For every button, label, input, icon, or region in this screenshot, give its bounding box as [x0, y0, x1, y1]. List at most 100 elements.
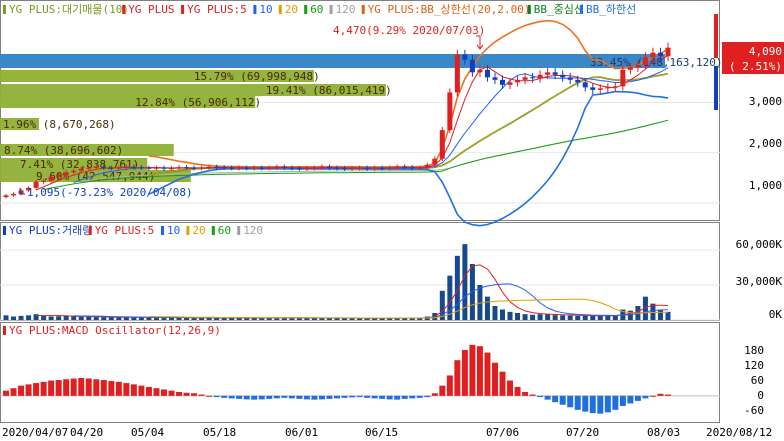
candle — [214, 166, 220, 168]
high-annotation: 4,470(9.29% 2020/07/03) — [333, 24, 485, 37]
candle — [326, 166, 332, 168]
candle — [620, 69, 626, 87]
candle — [131, 166, 137, 168]
legend-swatch — [181, 5, 185, 14]
candle — [605, 87, 611, 89]
legend-label: 120 — [336, 3, 356, 16]
candle — [123, 166, 129, 168]
volume-bar — [48, 316, 54, 320]
macd-bar — [296, 395, 303, 399]
macd-bar — [10, 388, 17, 396]
candle — [199, 167, 205, 169]
macd-bar — [619, 395, 626, 406]
candle — [417, 167, 423, 169]
legend-swatch — [161, 226, 164, 235]
volume-bar — [545, 314, 551, 320]
volume-bar — [597, 316, 603, 320]
volume-bar — [56, 316, 62, 320]
macd-bar — [153, 388, 160, 396]
volume-bar — [612, 315, 618, 320]
legend-swatch — [88, 226, 92, 235]
price-legend[interactable]: YG PLUS:대기매물(10) YG PLUS YG PLUS:5 10 20 60 12… — [3, 2, 636, 16]
candle — [176, 167, 182, 169]
macd-bar — [341, 395, 348, 398]
legend-swatch — [329, 5, 333, 14]
candle — [635, 64, 641, 68]
candle — [567, 77, 573, 80]
candle — [41, 180, 47, 182]
macd-bar — [213, 395, 220, 398]
candle — [146, 167, 152, 169]
macd-bar — [439, 385, 446, 396]
candle — [71, 170, 77, 173]
volume-bar — [63, 315, 69, 320]
macd-legend[interactable]: YG PLUS:MACD Oscillator(12,26,9) — [3, 324, 221, 337]
volume-bar — [108, 317, 114, 320]
macd-bar — [334, 395, 340, 399]
price-scale-handle-down[interactable] — [714, 66, 718, 110]
legend-label: 10 — [259, 3, 272, 16]
volume-legend[interactable]: YG PLUS:거래량 YG PLUS:5 10 20 60 120 — [3, 224, 263, 237]
legend-label: YG PLUS:5 — [95, 224, 155, 237]
candle — [364, 167, 370, 169]
candle — [161, 167, 167, 169]
candle — [394, 166, 400, 168]
volume-bar — [296, 318, 302, 320]
macd-y-tick: 180 — [744, 344, 764, 357]
candle — [500, 79, 505, 85]
macd-bar — [115, 381, 122, 396]
macd-bar — [469, 344, 476, 396]
candle — [78, 168, 84, 171]
macd-bar — [522, 392, 529, 396]
macd-bar — [100, 380, 107, 396]
candle — [281, 166, 287, 168]
volume-bar — [500, 309, 505, 320]
stock-chart[interactable]: 33.45% (148,163,120)15.79% (69,998,948)1… — [0, 0, 784, 441]
volume-y-tick: 30,000K — [736, 275, 783, 288]
candle — [221, 167, 227, 169]
candle — [462, 54, 468, 60]
macd-bar — [401, 395, 408, 399]
macd-bar — [266, 395, 273, 399]
macd-bar — [160, 389, 167, 396]
candle — [612, 86, 618, 88]
macd-bar — [386, 395, 393, 400]
legend-swatch — [186, 226, 190, 235]
volume-bar — [522, 314, 528, 320]
candle — [244, 167, 250, 169]
volume-profile-label: 12.84% (56,906,112) — [135, 96, 261, 109]
volume-bar — [146, 317, 152, 320]
candle — [251, 167, 257, 169]
macd-bar — [634, 395, 641, 401]
volume-bar — [26, 315, 32, 320]
legend-swatch — [304, 5, 308, 14]
candle — [101, 166, 107, 168]
x-tick-label: 05/18 — [203, 426, 236, 439]
legend-label: 10 — [167, 224, 180, 237]
price-scale-handle-up[interactable] — [714, 14, 718, 58]
volume-profile-label: 15.79% (69,998,948) — [194, 70, 320, 83]
candle — [206, 166, 212, 168]
legend-label: YG PLUS:대기매물(10) — [9, 3, 129, 16]
macd-bar — [311, 395, 318, 400]
macd-y-tick: 0 — [757, 389, 764, 402]
macd-panel-frame — [0, 322, 720, 423]
candle — [372, 167, 378, 169]
legend-swatch — [278, 5, 282, 14]
macd-y-tick: 120 — [744, 359, 764, 372]
candle — [582, 82, 588, 88]
volume-bar — [86, 316, 92, 320]
volume-bar — [515, 313, 521, 320]
volume-bar — [18, 315, 24, 320]
volume-panel-frame — [0, 222, 720, 321]
candle — [432, 158, 438, 165]
macd-bar — [258, 395, 265, 400]
macd-bar — [206, 395, 213, 397]
macd-bar — [552, 395, 559, 403]
macd-bar — [48, 380, 55, 396]
candle — [116, 167, 122, 169]
candle — [18, 190, 24, 194]
volume-bar — [191, 317, 197, 320]
macd-bar — [394, 395, 401, 400]
legend-swatch — [211, 226, 215, 235]
